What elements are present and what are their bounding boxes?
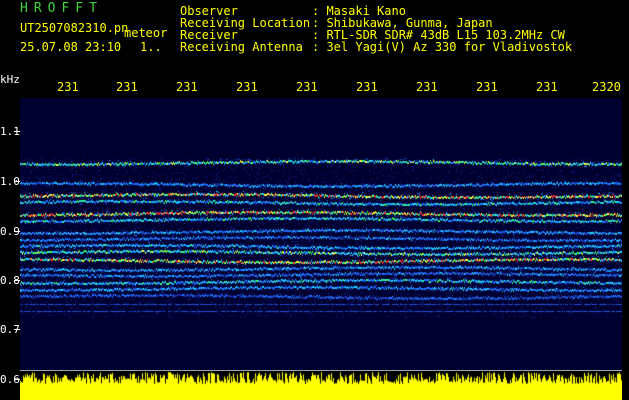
filename: UT2507082310.pn xyxy=(20,21,129,35)
x-tick-label: 231 xyxy=(536,80,558,94)
station-name: HROFFT xyxy=(20,1,103,16)
record-datetime: 25.07.08 23:10 xyxy=(20,40,122,54)
x-tick-label: 231 xyxy=(296,80,318,94)
x-tick-label: 231 xyxy=(236,80,258,94)
x-axis: 231 231 231 231 231 231 231 231 231 2320 xyxy=(20,80,622,94)
spectrogram xyxy=(20,98,622,370)
x-tick-label: 231 xyxy=(416,80,438,94)
info-values: : Masaki Kano : Shibukawa, Gunma, Japan … xyxy=(312,5,572,53)
x-tick-label: 2320 xyxy=(592,80,621,94)
page-indicator: 1.. xyxy=(140,40,162,54)
signal-level-canvas xyxy=(20,371,622,400)
y-axis: 1.1 1.0 0.9 0.8 0.7 0.6 xyxy=(0,70,20,400)
x-tick-label: 231 xyxy=(176,80,198,94)
antenna-value: : 3el Yagi(V) Az 330 for Vladivostok xyxy=(312,40,573,54)
antenna-label: Receiving Antenna xyxy=(180,40,303,54)
record-type: meteor xyxy=(124,26,168,40)
signal-level-strip xyxy=(20,371,622,400)
x-tick-label: 231 xyxy=(356,80,378,94)
x-tick-label: 231 xyxy=(116,80,138,94)
x-tick-label: 231 xyxy=(476,80,498,94)
spectrogram-canvas xyxy=(20,98,622,370)
x-tick-label: 231 xyxy=(57,80,79,94)
info-labels: Observer Receiving Location Receiver Rec… xyxy=(180,5,310,53)
